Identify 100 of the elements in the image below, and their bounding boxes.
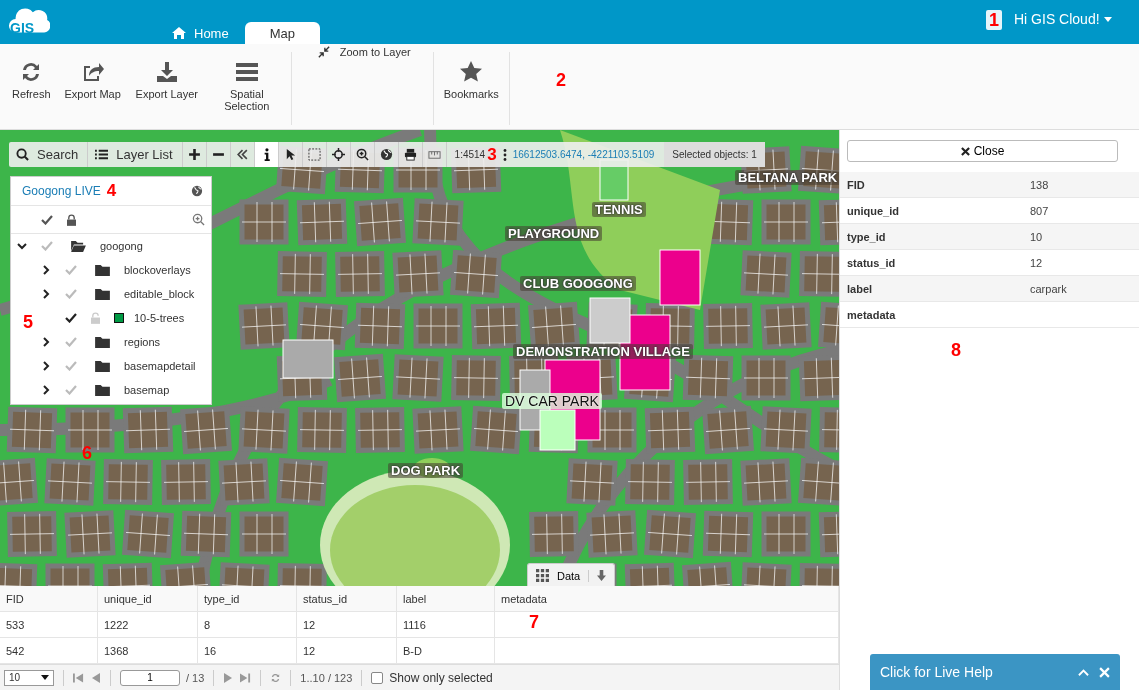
ribbon-button[interactable]: Refresh xyxy=(6,60,57,125)
checkbox-label[interactable]: Show only selected xyxy=(389,670,493,685)
selection-rectangle-icon xyxy=(307,148,321,161)
table-cell: 16 xyxy=(198,638,297,663)
layer-name[interactable]: regions xyxy=(124,336,161,348)
property-name: label xyxy=(846,282,874,295)
annotation-number: 8 xyxy=(951,340,961,361)
column-header[interactable]: status_id xyxy=(297,586,397,611)
property-value: 807 xyxy=(1030,204,1049,217)
layer-name[interactable]: 10-5-trees xyxy=(134,312,185,324)
chevron-right-icon[interactable] xyxy=(41,265,51,275)
chevron-down-icon[interactable] xyxy=(17,241,27,251)
table-cell: 12 xyxy=(297,612,397,637)
check-icon[interactable] xyxy=(65,337,77,347)
plus-icon xyxy=(187,148,201,161)
double-chevron-icon xyxy=(235,148,249,161)
layer-name[interactable]: googong xyxy=(100,240,143,252)
property-value: 10 xyxy=(1030,230,1043,243)
table-cell: 533 xyxy=(0,612,98,637)
chevron-right-icon[interactable] xyxy=(41,361,51,371)
column-header[interactable]: label xyxy=(397,586,495,611)
annotation-number: 5 xyxy=(23,312,33,333)
annotation-number: 6 xyxy=(82,443,92,464)
check-icon[interactable] xyxy=(65,385,77,395)
search-button[interactable]: Search xyxy=(9,142,89,167)
search-icon xyxy=(16,148,29,161)
compress-arrows-icon xyxy=(317,46,330,59)
chevron-right-icon[interactable] xyxy=(41,385,51,395)
property-name: unique_id xyxy=(846,204,900,217)
ribbon-button[interactable]: Spatial Selection xyxy=(206,60,287,125)
page-number-field[interactable]: 1 xyxy=(120,669,180,686)
layer-name[interactable]: basemap xyxy=(124,384,170,396)
globe-icon xyxy=(379,148,393,161)
check-icon[interactable] xyxy=(65,313,77,323)
ribbon-button[interactable]: Export Map xyxy=(58,60,127,125)
checkbox[interactable] xyxy=(371,671,384,684)
check-icon[interactable] xyxy=(41,241,53,251)
layer-list-button[interactable]: Layer List xyxy=(88,142,183,167)
folder-icon xyxy=(95,336,110,348)
table-cell: B-D xyxy=(397,638,495,663)
map-label: DV CAR PARK xyxy=(502,393,602,409)
record-range: 1..10 / 123 xyxy=(300,671,353,684)
zoom-in-icon xyxy=(355,148,369,161)
first-page-icon[interactable] xyxy=(73,671,84,684)
property-value: 12 xyxy=(1030,256,1043,269)
list-icon xyxy=(234,60,259,84)
column-header[interactable]: type_id xyxy=(198,586,297,611)
check-icon[interactable] xyxy=(65,289,77,299)
page-count: / 13 xyxy=(186,671,205,684)
folder-icon xyxy=(95,288,110,300)
chevron-right-icon[interactable] xyxy=(41,289,51,299)
data-tab[interactable]: Data xyxy=(527,563,616,586)
nav-tab[interactable]: Map xyxy=(244,22,320,44)
ribbon-button[interactable]: Zoom to Layer xyxy=(311,46,417,59)
chevron-up-icon[interactable] xyxy=(1078,666,1089,678)
last-page-icon[interactable] xyxy=(240,671,252,684)
zoom-in-icon[interactable] xyxy=(192,213,205,226)
previous-page-icon[interactable] xyxy=(90,671,101,684)
property-name: type_id xyxy=(846,230,887,243)
folder-icon xyxy=(95,384,110,396)
ruler-icon xyxy=(427,148,441,161)
close-button[interactable]: Close xyxy=(847,140,1118,162)
map-tool-button[interactable] xyxy=(254,142,279,167)
property-name: status_id xyxy=(846,256,897,269)
caret-icon xyxy=(1103,16,1112,22)
property-name: metadata xyxy=(846,308,897,321)
map-label: BELTANA PARK xyxy=(735,170,839,185)
layer-name[interactable]: editable_block xyxy=(124,288,195,300)
check-icon[interactable] xyxy=(65,361,77,371)
close-icon[interactable] xyxy=(1099,666,1110,678)
column-header[interactable]: FID xyxy=(0,586,98,611)
map-scale: 1:4514 xyxy=(453,149,487,160)
lock-icon xyxy=(67,213,76,226)
check-icon xyxy=(41,214,53,225)
property-value: carpark xyxy=(1030,282,1067,295)
selected-objects-count: Selected objects: 1 xyxy=(664,142,765,167)
map-label: CLUB GOOGONG xyxy=(520,276,636,291)
table-cell: 542 xyxy=(0,638,98,663)
home-icon xyxy=(172,27,186,39)
check-icon[interactable] xyxy=(65,265,77,275)
refresh-icon[interactable] xyxy=(270,671,282,684)
page-size-select[interactable]: 10 xyxy=(4,669,54,686)
column-header[interactable]: unique_id xyxy=(98,586,198,611)
annotation-number: 2 xyxy=(556,70,566,91)
ribbon-button[interactable]: Bookmarks xyxy=(437,60,505,125)
table-cell: 1222 xyxy=(98,612,198,637)
vertical-dots-icon[interactable] xyxy=(502,148,507,161)
globe-icon[interactable] xyxy=(191,185,203,197)
property-value: 138 xyxy=(1030,178,1049,191)
chevron-right-icon[interactable] xyxy=(41,337,51,347)
layer-name[interactable]: blockoverlays xyxy=(124,264,191,276)
layer-name[interactable]: basemapdetail xyxy=(124,360,196,372)
project-title[interactable]: Googong LIVE xyxy=(22,184,101,198)
map-label: DEMONSTRATION VILLAGE xyxy=(513,344,693,359)
table-cell: 12 xyxy=(297,638,397,663)
download-icon xyxy=(154,60,179,84)
annotation-number: 4 xyxy=(106,181,117,201)
ribbon-button[interactable]: Export Layer xyxy=(128,60,205,125)
folder-icon xyxy=(95,360,110,372)
grid-icon xyxy=(536,569,549,582)
